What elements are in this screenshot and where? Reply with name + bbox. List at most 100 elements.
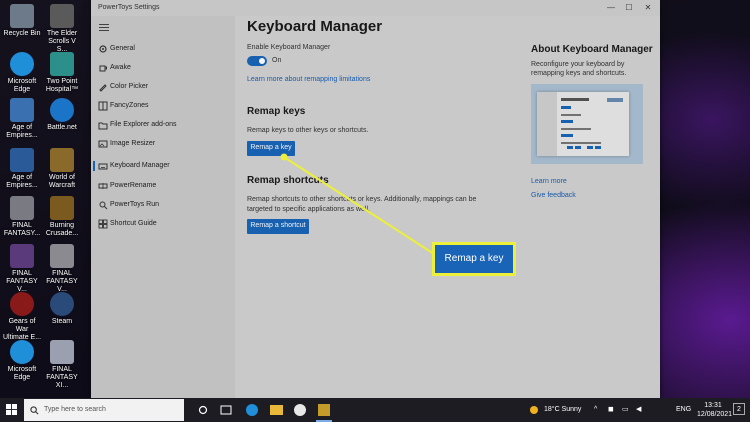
- desktop-icon-burning-crusade[interactable]: Burning Crusade...: [42, 196, 82, 238]
- volume-icon[interactable]: ◀: [636, 398, 646, 422]
- sidebar-item-file-explorer[interactable]: File Explorer add-ons: [91, 116, 235, 134]
- give-feedback-link[interactable]: Give feedback: [531, 192, 576, 199]
- desktop-icon-gears-of-war[interactable]: Gears of War Ultimate E...: [2, 292, 42, 342]
- sidebar-item-label: Keyboard Manager: [110, 162, 170, 169]
- notification-count: 2: [737, 406, 741, 413]
- sidebar-item-powerrename[interactable]: PowerRename: [91, 177, 235, 195]
- sidebar-item-general[interactable]: General: [91, 40, 235, 58]
- edge-icon: [10, 52, 34, 76]
- edge-icon: [246, 404, 258, 416]
- burning-crusade-icon: [50, 196, 74, 220]
- desktop-icon-battlenet[interactable]: Battle.net: [42, 98, 82, 132]
- desktop-icon-final-fantasy-xi[interactable]: FINAL FANTASY XI...: [42, 340, 82, 390]
- hamburger-menu-icon[interactable]: [99, 24, 109, 32]
- window-titlebar[interactable]: PowerToys Settings — ☐ ✕: [91, 0, 660, 16]
- clock-date: 12/08/2021: [697, 411, 733, 418]
- gears-of-war-icon: [10, 292, 34, 316]
- keyboard-icon: [98, 163, 108, 170]
- desktop-icon-age-of-empires-2[interactable]: Age of Empires...: [2, 148, 42, 190]
- window-title: PowerToys Settings: [98, 4, 160, 11]
- taskbar-app-explorer[interactable]: [270, 398, 284, 422]
- system-tray-chevron-icon[interactable]: ^: [594, 398, 604, 422]
- search-icon: [30, 406, 39, 415]
- desktop-icon-final-fantasy[interactable]: FINAL FANTASY...: [2, 196, 42, 238]
- eyedropper-icon: [99, 84, 107, 92]
- desktop-icon-elder-scrolls[interactable]: The Elder Scrolls V S...: [42, 4, 82, 54]
- age-of-empires-icon: [10, 98, 34, 122]
- learn-more-link[interactable]: Learn more: [531, 178, 567, 185]
- remap-keys-description: Remap keys to other keys or shortcuts.: [247, 127, 369, 134]
- sidebar-item-label: Awake: [110, 64, 131, 71]
- maximize-button[interactable]: ☐: [621, 2, 637, 14]
- clock[interactable]: 13:31 12/08/2021: [697, 401, 733, 419]
- minimize-button[interactable]: —: [603, 2, 619, 14]
- remap-key-button[interactable]: Remap a key: [247, 141, 295, 156]
- grid-icon: [98, 101, 108, 111]
- taskbar-search-input[interactable]: Type here to search: [24, 399, 184, 421]
- elder-scrolls-icon: [50, 4, 74, 28]
- folder-icon: [270, 405, 283, 415]
- sidebar-item-label: Color Picker: [110, 83, 149, 90]
- image-icon: [98, 140, 108, 148]
- battlenet-icon: [50, 98, 74, 122]
- final-fantasy-icon: [50, 340, 74, 364]
- desktop-icon-age-of-empires[interactable]: Age of Empires...: [2, 98, 42, 140]
- remap-shortcuts-heading: Remap shortcuts: [247, 175, 329, 186]
- page-title: Keyboard Manager: [247, 18, 383, 35]
- sidebar-item-shortcut-guide[interactable]: Shortcut Guide: [91, 215, 235, 233]
- desktop-icon-world-of-warcraft[interactable]: World of Warcraft: [42, 148, 82, 190]
- weather-icon: [530, 398, 540, 422]
- enable-toggle[interactable]: [247, 56, 267, 66]
- main-content: Keyboard Manager Enable Keyboard Manager…: [235, 16, 660, 398]
- taskbar-app-task-view[interactable]: [220, 398, 234, 422]
- taskbar-app-xbox[interactable]: [294, 398, 308, 422]
- desktop-icon-recycle-bin[interactable]: Recycle Bin: [2, 4, 42, 38]
- sidebar-item-color-picker[interactable]: Color Picker: [91, 78, 235, 96]
- desktop-icon-two-point-hospital[interactable]: Two Point Hospital™: [42, 52, 82, 94]
- notification-center-button[interactable]: 2: [733, 403, 745, 415]
- sidebar-item-label: PowerToys Run: [110, 201, 160, 208]
- coffee-icon: [99, 65, 107, 72]
- desktop-icon-final-fantasy-v[interactable]: FINAL FANTASY V...: [2, 244, 42, 294]
- sidebar-item-label: FancyZones: [110, 102, 149, 109]
- taskbar-app-powertoys[interactable]: [316, 398, 332, 422]
- about-preview-image: [531, 84, 643, 164]
- sidebar-item-image-resizer[interactable]: Image Resizer: [91, 135, 235, 153]
- remap-shortcut-button[interactable]: Remap a shortcut: [247, 219, 309, 234]
- sidebar-item-label: Image Resizer: [110, 140, 156, 147]
- powertoys-icon: [318, 404, 330, 416]
- sidebar-item-label: Shortcut Guide: [110, 220, 157, 227]
- sidebar-nav: General Awake Color Picker FancyZones Fi…: [91, 16, 235, 398]
- sidebar-item-powertoys-run[interactable]: PowerToys Run: [91, 196, 235, 214]
- taskbar-app-edge[interactable]: [246, 398, 260, 422]
- windows-logo-icon: [6, 404, 17, 415]
- warcraft-icon: [50, 148, 74, 172]
- sidebar-item-fancyzones[interactable]: FancyZones: [91, 97, 235, 115]
- remap-shortcuts-description-line1: Remap shortcuts to other shortcuts or ke…: [247, 196, 477, 203]
- xbox-icon: [294, 404, 306, 416]
- desktop-icon-edge-2[interactable]: Microsoft Edge: [2, 340, 42, 382]
- final-fantasy-icon: [50, 244, 74, 268]
- task-view-button[interactable]: [198, 398, 210, 422]
- weather-text[interactable]: 18°C Sunny: [544, 398, 581, 422]
- circle-icon: [198, 405, 208, 415]
- taskbar: Type here to search 18°C Sunny ^ ◼ ▭ ◀ E…: [0, 398, 750, 422]
- powertoys-window: PowerToys Settings — ☐ ✕ General Awake C…: [91, 0, 660, 398]
- start-button[interactable]: [6, 398, 20, 422]
- sidebar-item-awake[interactable]: Awake: [91, 59, 235, 77]
- learn-more-remap-link[interactable]: Learn more about remapping limitations: [247, 76, 370, 83]
- final-fantasy-icon: [10, 244, 34, 268]
- battery-icon[interactable]: ▭: [622, 398, 632, 422]
- desktop-icon-edge[interactable]: Microsoft Edge: [2, 52, 42, 94]
- desktop-icon-final-fantasy-v-2[interactable]: FINAL FANTASY V...: [42, 244, 82, 294]
- task-view-icon: [220, 405, 232, 415]
- close-button[interactable]: ✕: [640, 2, 656, 14]
- steam-icon: [50, 292, 74, 316]
- desktop-icon-steam[interactable]: Steam: [42, 292, 82, 326]
- sidebar-item-keyboard-manager[interactable]: Keyboard Manager: [91, 157, 235, 175]
- language-indicator[interactable]: ENG: [676, 398, 691, 422]
- about-description-line1: Reconfigure your keyboard by: [531, 61, 625, 68]
- network-icon[interactable]: ◼: [608, 398, 618, 422]
- folder-icon: [98, 122, 108, 130]
- final-fantasy-icon: [10, 196, 34, 220]
